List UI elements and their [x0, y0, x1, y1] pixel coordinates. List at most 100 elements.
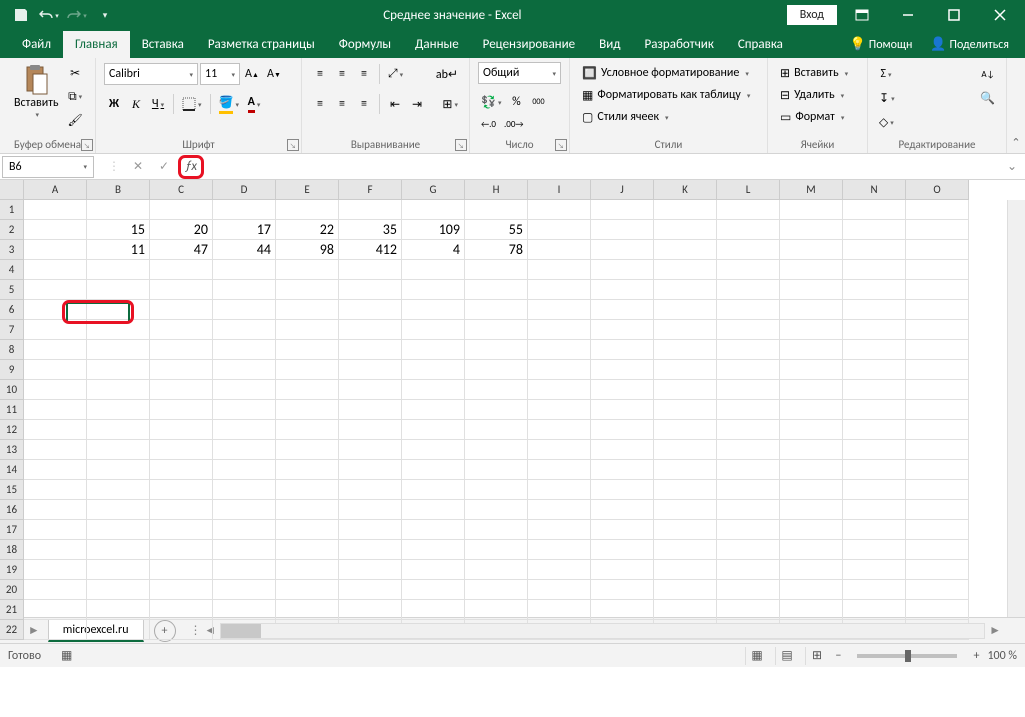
insert-cells-button[interactable]: ⊞Вставить▾ [776, 62, 859, 84]
cell[interactable] [654, 520, 717, 540]
cell[interactable] [213, 480, 276, 500]
cell[interactable] [87, 600, 150, 620]
cell[interactable] [339, 400, 402, 420]
cell[interactable] [843, 280, 906, 300]
column-header[interactable]: L [717, 180, 780, 200]
page-break-view-icon[interactable]: ⊞ [805, 647, 827, 665]
cell[interactable] [339, 420, 402, 440]
zoom-slider[interactable] [857, 654, 957, 658]
format-as-table-button[interactable]: ▦Форматировать как таблицу▾ [578, 84, 759, 106]
cell[interactable] [906, 200, 969, 220]
cell[interactable] [528, 280, 591, 300]
cell[interactable] [150, 540, 213, 560]
cell[interactable] [87, 400, 150, 420]
merge-icon[interactable]: ⊞▾ [439, 93, 461, 115]
cell[interactable] [906, 480, 969, 500]
cell[interactable] [24, 580, 87, 600]
cell[interactable] [87, 280, 150, 300]
cell[interactable] [150, 440, 213, 460]
cell[interactable] [780, 280, 843, 300]
column-headers[interactable]: ABCDEFGHIJKLMNO [24, 180, 969, 200]
paste-button[interactable]: Вставить ▾ [8, 62, 65, 132]
cell[interactable]: 11 [87, 240, 150, 260]
cell[interactable] [402, 300, 465, 320]
cell[interactable] [717, 600, 780, 620]
cell[interactable] [87, 360, 150, 380]
cell[interactable] [465, 500, 528, 520]
cell[interactable] [591, 520, 654, 540]
cell[interactable] [339, 480, 402, 500]
cell[interactable] [213, 340, 276, 360]
cell[interactable] [843, 600, 906, 620]
cell[interactable] [717, 400, 780, 420]
cell[interactable] [843, 480, 906, 500]
cell[interactable] [717, 460, 780, 480]
tab-view[interactable]: Вид [587, 31, 632, 58]
cell[interactable] [213, 200, 276, 220]
cell[interactable] [402, 340, 465, 360]
cell[interactable] [276, 540, 339, 560]
cell[interactable] [528, 340, 591, 360]
font-launcher-icon[interactable]: ↘ [287, 139, 299, 151]
cell[interactable] [528, 440, 591, 460]
cell[interactable] [654, 220, 717, 240]
cell[interactable] [339, 340, 402, 360]
cell[interactable] [339, 580, 402, 600]
cell[interactable] [24, 200, 87, 220]
tab-insert[interactable]: Вставка [130, 31, 196, 58]
qat-customize-icon[interactable]: ▾ [92, 2, 118, 28]
row-header[interactable]: 15 [0, 480, 23, 500]
font-name-combo[interactable]: Calibri▾ [104, 63, 198, 85]
cell[interactable] [528, 300, 591, 320]
cell[interactable] [150, 420, 213, 440]
cell[interactable] [654, 460, 717, 480]
zoom-out-icon[interactable]: − [835, 649, 841, 663]
find-icon[interactable]: 🔍 [977, 87, 998, 109]
bold-button[interactable]: Ж [104, 93, 124, 115]
row-header[interactable]: 9 [0, 360, 23, 380]
cell[interactable] [339, 560, 402, 580]
cell[interactable] [339, 260, 402, 280]
cell[interactable]: 109 [402, 220, 465, 240]
increase-font-icon[interactable]: A▲ [242, 63, 262, 85]
cell[interactable] [150, 480, 213, 500]
column-header[interactable]: C [150, 180, 213, 200]
cell[interactable] [906, 500, 969, 520]
cell[interactable] [654, 580, 717, 600]
cell[interactable] [150, 460, 213, 480]
cell[interactable] [150, 280, 213, 300]
cell[interactable] [276, 580, 339, 600]
cell[interactable] [402, 320, 465, 340]
insert-function-icon[interactable]: ƒx [178, 155, 204, 179]
cell[interactable] [654, 260, 717, 280]
cell[interactable] [780, 380, 843, 400]
percent-icon[interactable]: % [506, 91, 526, 113]
decrease-font-icon[interactable]: A▼ [264, 63, 284, 85]
cell[interactable] [780, 200, 843, 220]
cell[interactable] [465, 260, 528, 280]
column-header[interactable]: B [87, 180, 150, 200]
cell[interactable] [465, 400, 528, 420]
cell[interactable] [339, 440, 402, 460]
cell[interactable] [843, 200, 906, 220]
cancel-formula-icon[interactable]: ✕ [126, 156, 150, 178]
cell[interactable]: 412 [339, 240, 402, 260]
row-header[interactable]: 14 [0, 460, 23, 480]
cell[interactable] [213, 360, 276, 380]
cell[interactable] [150, 520, 213, 540]
cell[interactable] [465, 200, 528, 220]
cell[interactable] [780, 240, 843, 260]
cell[interactable] [24, 540, 87, 560]
row-header[interactable]: 20 [0, 580, 23, 600]
cell[interactable] [717, 560, 780, 580]
cell[interactable] [780, 500, 843, 520]
cell[interactable] [402, 500, 465, 520]
cell[interactable] [276, 520, 339, 540]
cell[interactable] [87, 540, 150, 560]
cell[interactable] [24, 240, 87, 260]
cell[interactable] [906, 300, 969, 320]
cell[interactable] [465, 340, 528, 360]
cell[interactable] [591, 280, 654, 300]
cell[interactable] [87, 480, 150, 500]
cell[interactable] [528, 460, 591, 480]
